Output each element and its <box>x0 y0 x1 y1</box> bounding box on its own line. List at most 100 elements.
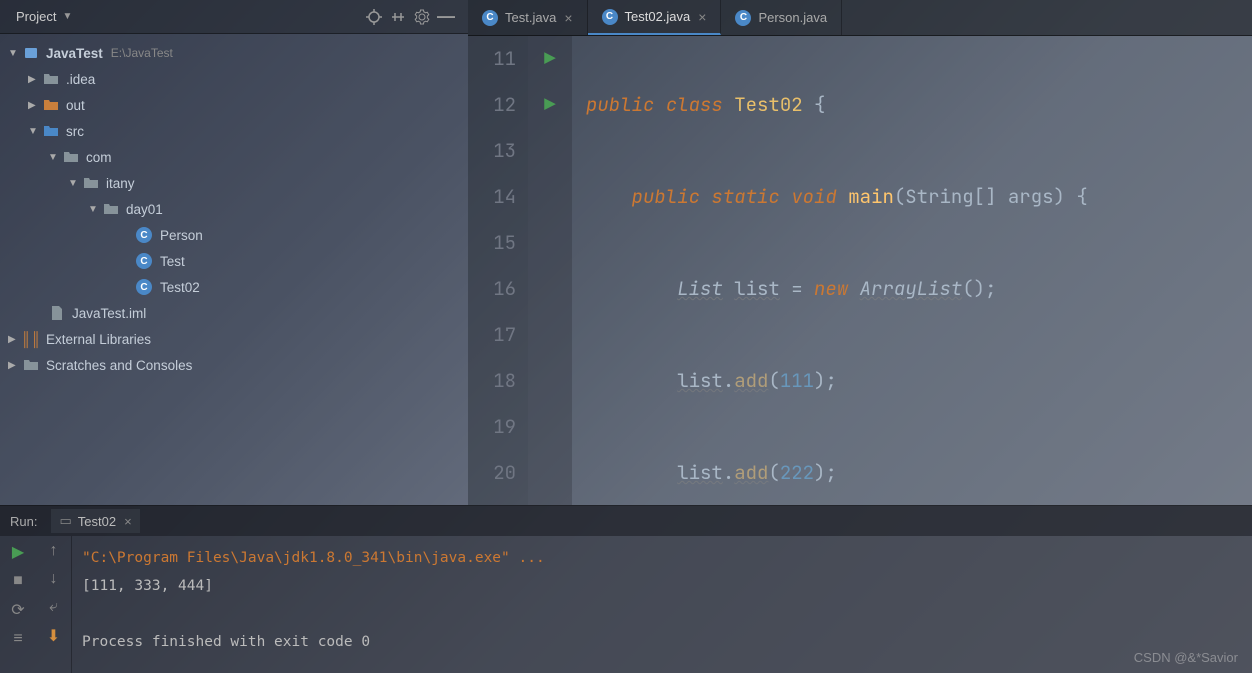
t: . <box>723 368 734 393</box>
layout-icon[interactable]: ≡ <box>13 630 22 648</box>
console-output[interactable]: "C:\Program Files\Java\jdk1.8.0_341\bin\… <box>72 536 1252 673</box>
run-toolbar-right: ↑ ↓ ⤶ ⬇ <box>36 536 72 673</box>
sidebar-title[interactable]: Project <box>16 9 56 24</box>
t: static <box>711 184 779 209</box>
class-icon: C <box>735 10 751 26</box>
up-icon[interactable]: ↑ <box>50 542 58 560</box>
t: new <box>814 276 848 301</box>
tree-label: out <box>66 98 85 113</box>
code-area[interactable]: 11 12 13 14 15 16 17 18 19 20 ▶ ▶ p <box>468 36 1252 505</box>
tree-class-person[interactable]: C Person <box>0 222 468 248</box>
tree-package-day01[interactable]: ▼ day01 <box>0 196 468 222</box>
t: class <box>666 92 723 117</box>
run-toolbar-left: ▶ ■ ⟳ ≡ <box>0 536 36 673</box>
line-number: 19 <box>468 404 516 450</box>
export-icon[interactable]: ⬇ <box>47 626 60 646</box>
tab-label: Test.java <box>505 10 556 25</box>
tree-scratches[interactable]: ▶ Scratches and Consoles <box>0 352 468 378</box>
hide-icon[interactable]: — <box>434 5 458 29</box>
run-icon[interactable]: ▶ <box>12 542 24 562</box>
t: ( <box>894 184 905 209</box>
tree-folder-idea[interactable]: ▶ .idea <box>0 66 468 92</box>
chevron-down-icon: ▼ <box>88 204 102 215</box>
file-icon <box>48 305 66 321</box>
console-line: [111, 333, 444] <box>82 572 1242 600</box>
run-label: Run: <box>10 514 37 529</box>
tree-file-iml[interactable]: JavaTest.iml <box>0 300 468 326</box>
stop-icon[interactable]: ■ <box>13 572 23 590</box>
watermark: CSDN @&*Savior <box>1134 650 1238 665</box>
t: { <box>1076 184 1087 209</box>
gutter-icons: ▶ ▶ <box>528 36 572 505</box>
tree-external-libraries[interactable]: ▶ ║║ External Libraries <box>0 326 468 352</box>
tree-root[interactable]: ▼ JavaTest E:\JavaTest <box>0 40 468 66</box>
dropdown-icon[interactable]: ▼ <box>62 11 72 22</box>
t: { <box>814 92 825 117</box>
t: ArrayList <box>860 276 963 301</box>
tree-label: External Libraries <box>46 332 151 347</box>
tree-class-test02[interactable]: C Test02 <box>0 274 468 300</box>
debug-icon[interactable]: ⟳ <box>11 600 24 620</box>
application-icon: ▭ <box>59 513 71 529</box>
line-number: 11 <box>468 36 516 82</box>
tree-class-test[interactable]: C Test <box>0 248 468 274</box>
class-icon: C <box>136 227 152 243</box>
line-number: 12 <box>468 82 516 128</box>
sidebar-header: Project ▼ — <box>0 0 468 34</box>
t: args <box>1008 184 1054 209</box>
t: void <box>791 184 837 209</box>
t: ) <box>1054 184 1065 209</box>
console-line: Process finished with exit code 0 <box>82 628 1242 656</box>
gear-icon[interactable] <box>410 5 434 29</box>
run-tab[interactable]: ▭ Test02 × <box>51 509 139 533</box>
t: add <box>734 368 768 393</box>
tab-test02-java[interactable]: C Test02.java × <box>588 0 722 35</box>
chevron-down-icon: ▼ <box>8 48 22 59</box>
tree-label: Scratches and Consoles <box>46 358 192 373</box>
tab-test-java[interactable]: C Test.java × <box>468 0 588 35</box>
scratches-icon <box>22 357 40 373</box>
tree-package-com[interactable]: ▼ com <box>0 144 468 170</box>
tree-label: com <box>86 150 112 165</box>
t: ) <box>814 460 825 485</box>
tree-label: day01 <box>126 202 163 217</box>
close-icon[interactable]: × <box>124 514 132 529</box>
chevron-down-icon: ▼ <box>48 152 62 163</box>
close-icon[interactable]: × <box>564 10 572 26</box>
line-number: 20 <box>468 450 516 496</box>
t: String <box>905 184 973 209</box>
code-content[interactable]: public class Test02 { public static void… <box>572 36 1088 505</box>
close-icon[interactable]: × <box>698 9 706 25</box>
t: ) <box>814 368 825 393</box>
tab-person-java[interactable]: C Person.java <box>721 0 842 35</box>
library-icon: ║║ <box>22 331 40 347</box>
tree-folder-src[interactable]: ▼ src <box>0 118 468 144</box>
t: Test02 <box>734 92 802 117</box>
t: public <box>632 184 700 209</box>
line-number: 17 <box>468 312 516 358</box>
down-icon[interactable]: ↓ <box>50 570 58 588</box>
line-gutter: 11 12 13 14 15 16 17 18 19 20 <box>468 36 528 505</box>
tab-label: Test02.java <box>625 9 691 24</box>
wrap-icon[interactable]: ⤶ <box>49 598 58 616</box>
t: public <box>586 92 654 117</box>
run-line-icon[interactable]: ▶ <box>528 82 572 128</box>
t: ; <box>825 460 836 485</box>
t: ( <box>768 368 779 393</box>
project-sidebar: Project ▼ — ▼ JavaTest E:\JavaTest ▶ <box>0 0 468 505</box>
tree-label: Test <box>160 254 185 269</box>
t: ( <box>768 460 779 485</box>
tree-folder-out[interactable]: ▶ out <box>0 92 468 118</box>
console-line: "C:\Program Files\Java\jdk1.8.0_341\bin\… <box>82 544 1242 572</box>
locate-icon[interactable] <box>362 5 386 29</box>
chevron-right-icon: ▶ <box>28 100 42 111</box>
line-number: 13 <box>468 128 516 174</box>
tree-label: JavaTest.iml <box>72 306 146 321</box>
editor-tabs: C Test.java × C Test02.java × C Person.j… <box>468 0 1252 36</box>
tree-path: E:\JavaTest <box>111 46 173 60</box>
tree-label: itany <box>106 176 135 191</box>
class-icon: C <box>136 253 152 269</box>
run-line-icon[interactable]: ▶ <box>528 36 572 82</box>
tree-package-itany[interactable]: ▼ itany <box>0 170 468 196</box>
expand-icon[interactable] <box>386 5 410 29</box>
